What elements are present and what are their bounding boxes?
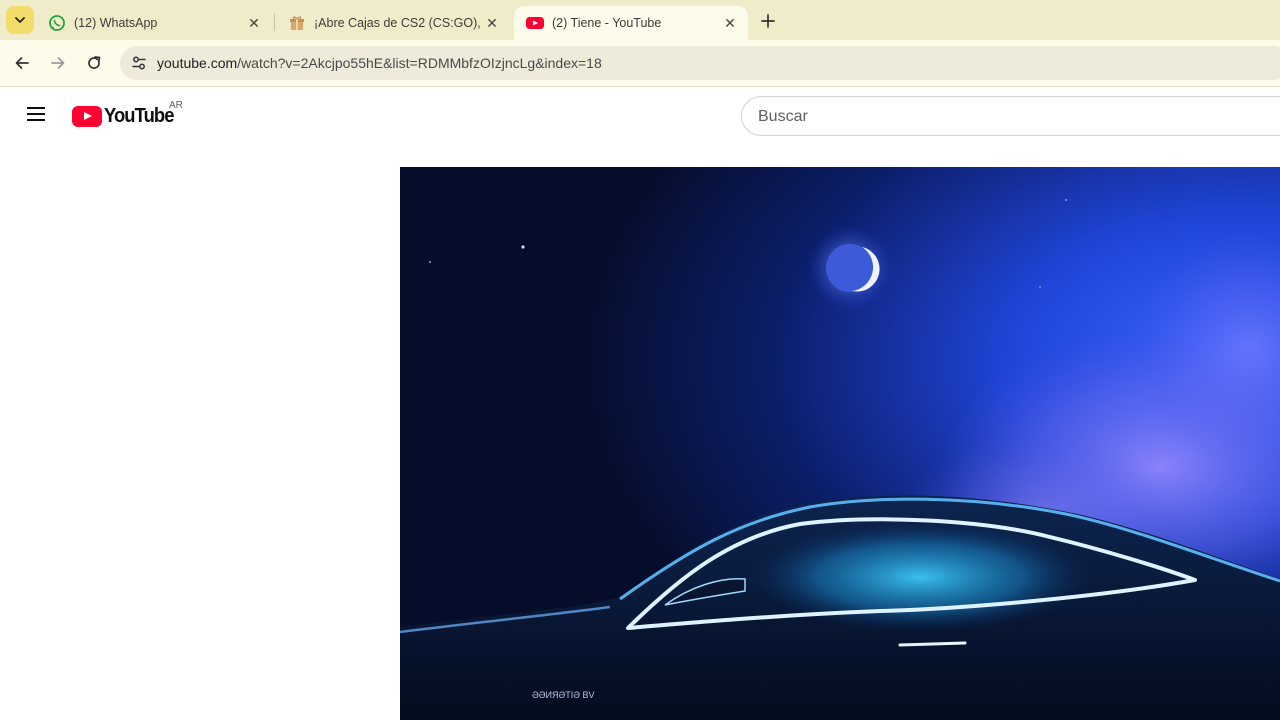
- search-box: [741, 96, 1280, 136]
- site-info-button[interactable]: [126, 50, 152, 76]
- tab-search-button[interactable]: [6, 6, 34, 34]
- tab-title: ¡Abre Cajas de CS2 (CS:GO), Ga: [314, 16, 482, 30]
- address-bar[interactable]: youtube.com/watch?v=2Akcjpo55hE&list=RDM…: [120, 46, 1280, 80]
- url-host: youtube.com: [157, 55, 238, 71]
- plus-icon: [761, 14, 775, 28]
- new-tab-button[interactable]: [756, 9, 780, 33]
- tune-icon: [132, 56, 146, 70]
- whatsapp-icon: [48, 14, 66, 32]
- youtube-icon: [526, 14, 544, 32]
- back-button[interactable]: [7, 48, 37, 78]
- video-player[interactable]: ӘӘИЯӘТІӘ ВV: [400, 167, 1280, 720]
- arrow-left-icon: [15, 57, 29, 69]
- tab-separator: [274, 13, 275, 31]
- close-icon[interactable]: ✕: [482, 13, 502, 33]
- tab-whatsapp[interactable]: (12) WhatsApp ✕: [36, 6, 272, 40]
- country-code: AR: [169, 100, 183, 111]
- forward-button[interactable]: [43, 48, 73, 78]
- youtube-masthead: YouTube AR: [0, 88, 1280, 144]
- reload-icon: [88, 56, 101, 69]
- hamburger-menu-icon[interactable]: [22, 100, 50, 128]
- youtube-logo[interactable]: YouTube: [72, 102, 180, 130]
- browser-tabstrip: (12) WhatsApp ✕ ¡Abre Cajas de CS2 (CS:G…: [0, 0, 1280, 40]
- browser-toolbar: youtube.com/watch?v=2Akcjpo55hE&list=RDM…: [0, 40, 1280, 87]
- youtube-play-icon: [72, 105, 102, 127]
- reload-button[interactable]: [79, 48, 109, 78]
- car-badge: ӘӘИЯӘТІӘ ВV: [532, 690, 595, 700]
- url-path: /watch?v=2Akcjpo55hE&list=RDMMbfzOIzjncL…: [237, 55, 602, 71]
- search-input[interactable]: [758, 106, 1258, 128]
- tab-title: (12) WhatsApp: [74, 16, 158, 30]
- arrow-right-icon: [51, 57, 65, 69]
- tab-youtube[interactable]: (2) Tiene - YouTube ✕: [514, 6, 748, 40]
- tab-title: (2) Tiene - YouTube: [552, 16, 662, 30]
- chevron-down-icon: [15, 17, 25, 23]
- gift-box-icon: [288, 14, 306, 32]
- youtube-logo-text: YouTube: [104, 104, 174, 127]
- video-frame: ӘӘИЯӘТІӘ ВV: [400, 167, 1280, 720]
- close-icon[interactable]: ✕: [720, 13, 740, 33]
- tab-cs2-cases[interactable]: ¡Abre Cajas de CS2 (CS:GO), Ga ✕: [276, 6, 510, 40]
- close-icon[interactable]: ✕: [244, 13, 264, 33]
- url-text[interactable]: youtube.com/watch?v=2Akcjpo55hE&list=RDM…: [157, 55, 602, 71]
